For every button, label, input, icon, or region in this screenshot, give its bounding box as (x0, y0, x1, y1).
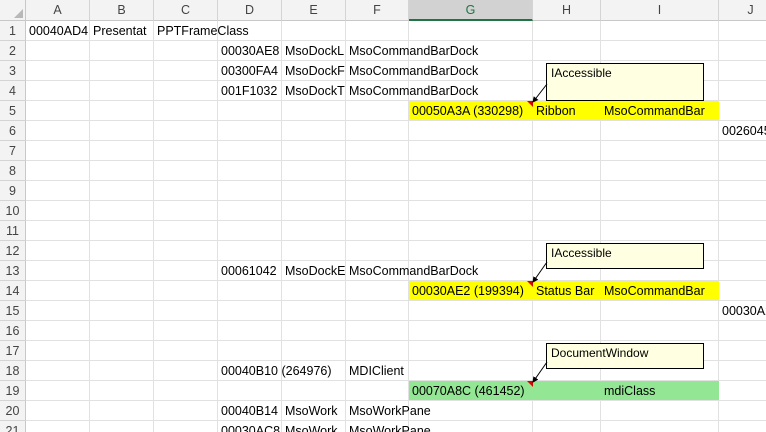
comment-indicator-g14[interactable] (527, 281, 533, 287)
cell-j6[interactable]: 00260454 (719, 121, 766, 141)
comment-indicator-g19[interactable] (527, 381, 533, 387)
cell-i14[interactable]: MsoCommandBar (601, 281, 719, 301)
select-all-corner[interactable] (0, 0, 26, 21)
row-header-7[interactable]: 7 (0, 141, 26, 161)
row-header-19[interactable]: 19 (0, 381, 26, 401)
cell-i5[interactable]: MsoCommandBar (601, 101, 719, 121)
spreadsheet-grid[interactable]: A B C D E F G H I J 1 2 3 4 5 6 7 8 9 10… (0, 0, 766, 432)
comment-box-g5[interactable]: IAccessible (546, 63, 704, 101)
cell-h5[interactable]: Ribbon (533, 101, 601, 121)
column-header-g[interactable]: G (409, 0, 533, 21)
column-header-f[interactable]: F (346, 0, 409, 21)
cell-e20[interactable]: MsoWork (282, 401, 346, 421)
row-header-13[interactable]: 13 (0, 261, 26, 281)
comment-text-g19: DocumentWindow (551, 346, 649, 360)
cell-d4[interactable]: 001F1032 (218, 81, 282, 101)
cell-f4[interactable]: MsoCommandBarDock (346, 81, 478, 101)
cell-e21[interactable]: MsoWork (282, 421, 346, 432)
column-header-a[interactable]: A (26, 0, 90, 21)
cell-f3[interactable]: MsoCommandBarDock (346, 61, 478, 81)
cell-e4[interactable]: MsoDockT (282, 81, 346, 101)
cell-f20[interactable]: MsoWorkPane (346, 401, 431, 421)
row-header-16[interactable]: 16 (0, 321, 26, 341)
comment-box-g14[interactable]: IAccessible (546, 243, 704, 269)
row-header-5[interactable]: 5 (0, 101, 26, 121)
row-header-4[interactable]: 4 (0, 81, 26, 101)
cell-d21[interactable]: 00030AC8 (218, 421, 282, 432)
comment-box-g19[interactable]: DocumentWindow (546, 343, 704, 369)
row-header-2[interactable]: 2 (0, 41, 26, 61)
cell-h14[interactable]: Status Bar (533, 281, 601, 301)
column-header-c[interactable]: C (154, 0, 218, 21)
row-header-20[interactable]: 20 (0, 401, 26, 421)
cell-i19[interactable]: mdiClass (601, 381, 719, 401)
column-header-b[interactable]: B (90, 0, 154, 21)
row-header-1[interactable]: 1 (0, 21, 26, 41)
comment-text-g5: IAccessible (551, 66, 612, 80)
cell-g14[interactable]: 00030AE2 (199394) (409, 281, 533, 301)
comment-arrow-g19 (532, 361, 548, 383)
column-header-h[interactable]: H (533, 0, 601, 21)
cell-e2[interactable]: MsoDockL (282, 41, 346, 61)
cell-a1[interactable]: 00040AD4 (26, 21, 90, 41)
cell-g5[interactable]: 00050A3A (330298) (409, 101, 533, 121)
column-header-i[interactable]: I (601, 0, 719, 21)
cell-f13[interactable]: MsoCommandBarDock (346, 261, 478, 281)
comment-arrow-g14 (532, 261, 548, 283)
row-header-9[interactable]: 9 (0, 181, 26, 201)
column-header-e[interactable]: E (282, 0, 346, 21)
cell-b1[interactable]: Presentat (90, 21, 154, 41)
row-header-8[interactable]: 8 (0, 161, 26, 181)
row-header-6[interactable]: 6 (0, 121, 26, 141)
cell-d13[interactable]: 00061042 (218, 261, 282, 281)
cell-f18[interactable]: MDIClient (346, 361, 409, 381)
row-header-18[interactable]: 18 (0, 361, 26, 381)
cell-e3[interactable]: MsoDockF (282, 61, 346, 81)
row-header-3[interactable]: 3 (0, 61, 26, 81)
row-header-17[interactable]: 17 (0, 341, 26, 361)
row-header-14[interactable]: 14 (0, 281, 26, 301)
comment-text-g14: IAccessible (551, 246, 612, 260)
row-header-21[interactable]: 21 (0, 421, 26, 432)
cell-e13[interactable]: MsoDockE (282, 261, 346, 281)
cell-d18[interactable]: 00040B10 (264976) (218, 361, 332, 381)
cell-j15[interactable]: 00030A2 (719, 301, 766, 321)
column-header-j[interactable]: J (719, 0, 766, 21)
cell-d3[interactable]: 00300FA4 (218, 61, 282, 81)
comment-indicator-g5[interactable] (527, 101, 533, 107)
row-header-12[interactable]: 12 (0, 241, 26, 261)
cell-f2[interactable]: MsoCommandBarDock (346, 41, 478, 61)
cell-g19[interactable]: 00070A8C (461452) (409, 381, 533, 401)
row-header-15[interactable]: 15 (0, 301, 26, 321)
cell-f21[interactable]: MsoWorkPane (346, 421, 431, 432)
row-header-10[interactable]: 10 (0, 201, 26, 221)
cell-d2[interactable]: 00030AE8 (218, 41, 282, 61)
row-header-11[interactable]: 11 (0, 221, 26, 241)
cell-d20[interactable]: 00040B14 (218, 401, 282, 421)
cell-c1[interactable]: PPTFrameClass (154, 21, 249, 41)
column-header-d[interactable]: D (218, 0, 282, 21)
